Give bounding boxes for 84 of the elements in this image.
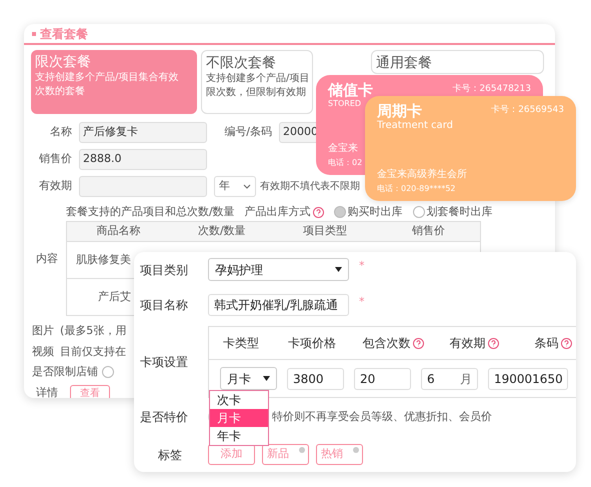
field-label: 有效期	[38, 178, 72, 194]
hint-text: 有效期不填代表不限期	[260, 180, 360, 194]
column-header: 卡项价格	[288, 335, 336, 352]
radio-label: 划套餐时出库	[426, 204, 493, 220]
field-label: 卡项设置	[140, 354, 189, 371]
card-type-select[interactable]: 月卡	[220, 367, 277, 390]
card-title: 周期卡	[377, 102, 422, 120]
card-number: 卡号：26569543	[491, 104, 564, 117]
column-header: 包含次数	[362, 335, 410, 352]
field-label: 标签	[157, 446, 183, 464]
chevron-icon	[243, 184, 251, 189]
radio-label: 购买时出库	[348, 204, 403, 220]
radio-button[interactable]	[412, 206, 425, 218]
text-field[interactable]: 2888.0	[79, 149, 207, 170]
package-type-description: 支持创建多个产品/项目集合有效	[35, 71, 178, 85]
card-number: 卡号：265478213	[452, 83, 531, 96]
column-header: 条码	[534, 335, 558, 352]
card-phone: 电话：020-89****52	[377, 183, 456, 195]
text-field[interactable]: 产后修复卡	[79, 122, 207, 143]
help-icon[interactable]	[488, 338, 498, 348]
column-header: 有效期	[450, 335, 486, 352]
card-title: 储值卡	[328, 81, 373, 99]
column-header: 商品名称	[96, 223, 141, 240]
field-label: 名称	[49, 124, 72, 140]
package-type-description: 次数的套餐	[35, 85, 85, 99]
unit-select[interactable]: 年	[214, 176, 256, 197]
field-label: 内容	[36, 251, 58, 268]
tag: 热销	[316, 444, 363, 465]
required-mark: *	[359, 294, 364, 310]
remove-tag-icon[interactable]	[299, 447, 305, 453]
field-label: 详情	[36, 384, 58, 398]
card-phone: 电话：02	[328, 157, 362, 169]
dropdown-arrow-icon	[335, 267, 342, 272]
times-field[interactable]: 20	[354, 368, 411, 390]
hint-text: (最多5张，用	[60, 323, 126, 339]
field-label: 视频	[32, 344, 54, 360]
price-field[interactable]: 3800	[287, 368, 344, 390]
package-type-card[interactable]: 不限次套餐 支持创建多个产品/项目 限次数，但限制有效期	[201, 50, 313, 114]
field-label: 项目类别	[140, 262, 189, 278]
stock-label: 产品出库方式	[244, 204, 311, 220]
column-header: 销售价	[412, 223, 445, 240]
panel-title: 查看套餐	[40, 26, 88, 42]
package-type-description: 限次数，但限制有效期	[206, 86, 306, 100]
radio-button[interactable]	[334, 206, 346, 218]
content-caption: 套餐支持的产品项目和总次数/数量	[66, 204, 235, 220]
field-label: 项目名称	[140, 297, 189, 314]
package-type-description: 支持创建多个产品/项目	[206, 72, 310, 86]
column-header: 卡类型	[223, 335, 259, 352]
field-label: 编号/条码	[223, 124, 272, 140]
header-bullet-icon	[32, 32, 36, 36]
period-field[interactable]: 6 月	[421, 368, 478, 390]
help-icon[interactable]	[412, 338, 424, 348]
special-note: 特价则不再享受会员等级、优惠折扣、会员价	[272, 408, 492, 425]
shop-name: 金宝来	[328, 142, 358, 156]
package-type-title: 限次套餐	[35, 53, 92, 71]
table-cell-text: 肌肤修复美	[76, 252, 131, 268]
help-icon[interactable]	[312, 206, 324, 218]
dropdown-option[interactable]: 次卡	[210, 391, 268, 409]
field-label: 图片	[32, 323, 54, 339]
column-header: 项目类型	[303, 223, 348, 240]
radio-button[interactable]	[102, 366, 114, 378]
card-subtitle: STORED	[328, 99, 362, 109]
package-type-title: 通用套餐	[376, 54, 433, 72]
package-type-card[interactable]: 通用套餐	[371, 50, 544, 74]
period-unit: 月	[460, 370, 472, 388]
field-label: 是否特价	[140, 409, 189, 426]
package-type-title: 不限次套餐	[206, 54, 277, 72]
field-label: 销售价	[38, 151, 72, 168]
category-select[interactable]: 孕妈护理	[208, 258, 349, 281]
column-header: 次数/数量	[198, 223, 246, 240]
shop-name: 金宝来高级养生会所	[377, 168, 467, 182]
card-subtitle: Treatment card	[377, 120, 453, 132]
text-field[interactable]	[79, 176, 207, 197]
remove-tag-icon[interactable]	[353, 447, 359, 453]
dropdown-option[interactable]: 年卡	[210, 427, 268, 445]
item-name-field[interactable]: 韩式开奶催乳/乳腺疏通	[208, 294, 349, 316]
dropdown-arrow-icon	[263, 376, 270, 381]
required-mark: *	[359, 258, 364, 274]
hint-text: 目前仅支持在	[60, 344, 126, 360]
period-value: 6	[427, 370, 435, 388]
field-label: 是否限制店铺	[32, 364, 98, 380]
table-cell-text: 产后艾	[98, 288, 131, 305]
barcode-field[interactable]: 190001650	[488, 368, 568, 390]
help-icon[interactable]	[560, 338, 572, 348]
